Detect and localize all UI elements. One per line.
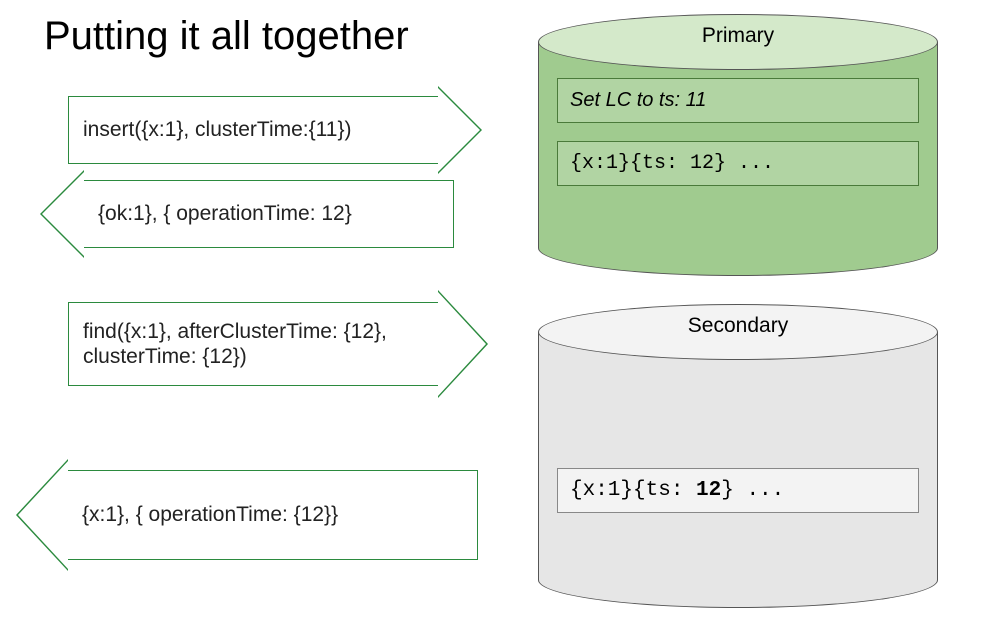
arrowhead-icon — [438, 290, 488, 398]
secondary-data-prefix: {x:1}{ts: — [570, 479, 696, 502]
secondary-label: Secondary — [538, 314, 938, 338]
arrowhead-icon — [438, 86, 482, 174]
arrow-find-request: find({x:1}, afterClusterTime: {12}, clus… — [68, 302, 488, 386]
secondary-body: {x:1}{ts: 12} ... — [538, 332, 938, 580]
arrow-find-label: find({x:1}, afterClusterTime: {12}, clus… — [68, 302, 438, 386]
arrow-find-response-label: {x:1}, { operationTime: {12}} — [68, 470, 478, 560]
secondary-data-bold: 12 — [696, 479, 721, 502]
primary-cylinder: Primary Set LC to ts: 11 {x:1}{ts: 12} .… — [538, 14, 938, 276]
arrow-insert-response-label: {ok:1}, { operationTime: 12} — [84, 180, 454, 248]
primary-lc-box: Set LC to ts: 11 — [557, 78, 919, 123]
primary-body: Set LC to ts: 11 {x:1}{ts: 12} ... — [538, 42, 938, 248]
secondary-data-suffix: } ... — [721, 479, 784, 502]
arrow-insert-response: {ok:1}, { operationTime: 12} — [40, 180, 454, 248]
arrow-insert-request: insert({x:1}, clusterTime:{11}) — [68, 96, 482, 164]
secondary-cylinder: Secondary {x:1}{ts: 12} ... — [538, 304, 938, 608]
primary-label: Primary — [538, 24, 938, 48]
arrow-insert-label: insert({x:1}, clusterTime:{11}) — [68, 96, 438, 164]
secondary-data-box: {x:1}{ts: 12} ... — [557, 468, 919, 513]
arrow-find-response: {x:1}, { operationTime: {12}} — [16, 470, 478, 560]
primary-data-box: {x:1}{ts: 12} ... — [557, 141, 919, 186]
arrowhead-icon — [16, 459, 68, 571]
arrowhead-icon — [40, 170, 84, 258]
diagram-title: Putting it all together — [44, 14, 409, 59]
